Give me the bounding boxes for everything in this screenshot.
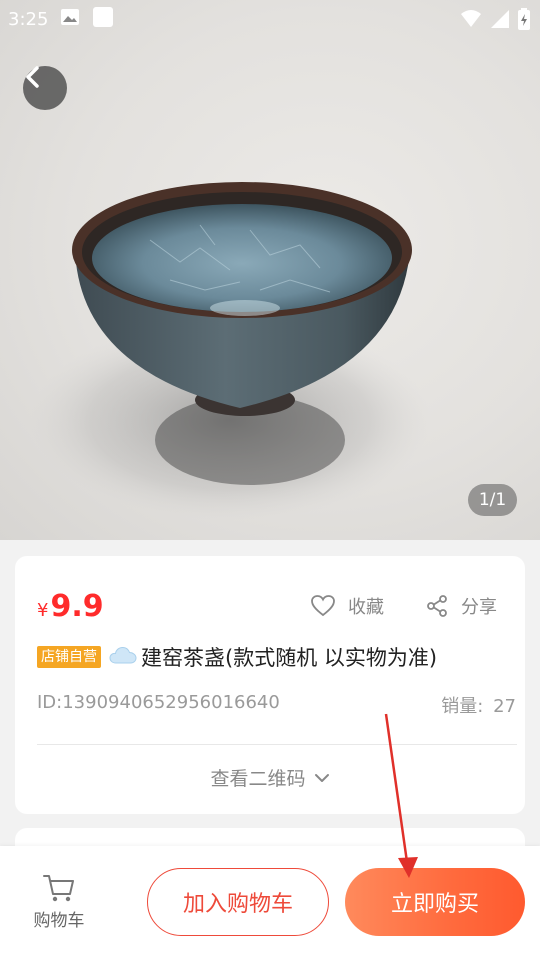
- cloud-icon: [109, 645, 137, 670]
- image-icon: [60, 8, 80, 30]
- cart-button[interactable]: 购物车: [20, 872, 98, 931]
- sales-count: 销量: 27: [441, 692, 516, 718]
- divider: [37, 744, 517, 745]
- product-info-card: ¥ 9.9 收藏 分享 店铺自营 建窑茶盏(款式随机 以实物为准) ID:139…: [15, 556, 525, 814]
- battery-icon: [518, 8, 530, 30]
- price-amount: 9.9: [50, 589, 104, 624]
- image-page-indicator: 1/1: [468, 484, 517, 516]
- back-arrow-icon: [26, 66, 39, 88]
- sales-value: 27: [493, 696, 516, 717]
- favorite-label: 收藏: [348, 597, 384, 618]
- add-to-cart-button[interactable]: 加入购物车: [147, 868, 329, 936]
- share-icon: [427, 595, 447, 617]
- self-operated-badge: 店铺自营: [37, 646, 101, 668]
- cart-icon: [43, 875, 74, 902]
- favorite-button[interactable]: 收藏: [310, 593, 384, 619]
- wifi-icon: [461, 10, 481, 27]
- view-qr-code-button[interactable]: 查看二维码: [15, 764, 525, 791]
- tea-cup-photo: [30, 182, 430, 520]
- product-title-row: 店铺自营 建窑茶盏(款式随机 以实物为准): [37, 642, 507, 672]
- price-currency: ¥: [37, 600, 49, 621]
- qr-label: 查看二维码: [210, 768, 306, 790]
- back-button[interactable]: [23, 66, 67, 110]
- buy-now-button[interactable]: 立即购买: [345, 868, 525, 936]
- status-bar: 3:25: [0, 0, 540, 38]
- bottom-action-bar: 购物车 加入购物车 立即购买: [0, 846, 540, 960]
- product-title: 建窑茶盏(款式随机 以实物为准): [141, 646, 438, 670]
- signal-icon: [491, 10, 509, 28]
- status-time: 3:25: [8, 8, 49, 30]
- product-image[interactable]: 1/1: [0, 0, 540, 540]
- cart-label: 购物车: [33, 911, 85, 931]
- chevron-down-icon: [314, 773, 329, 782]
- product-price: ¥ 9.9: [37, 589, 104, 624]
- heart-icon: [311, 595, 335, 617]
- sales-label: 销量:: [441, 696, 484, 717]
- share-label: 分享: [461, 597, 497, 618]
- product-id: ID:1390940652956016640: [37, 692, 280, 713]
- notification-square-icon: [92, 6, 114, 32]
- share-button[interactable]: 分享: [425, 593, 497, 619]
